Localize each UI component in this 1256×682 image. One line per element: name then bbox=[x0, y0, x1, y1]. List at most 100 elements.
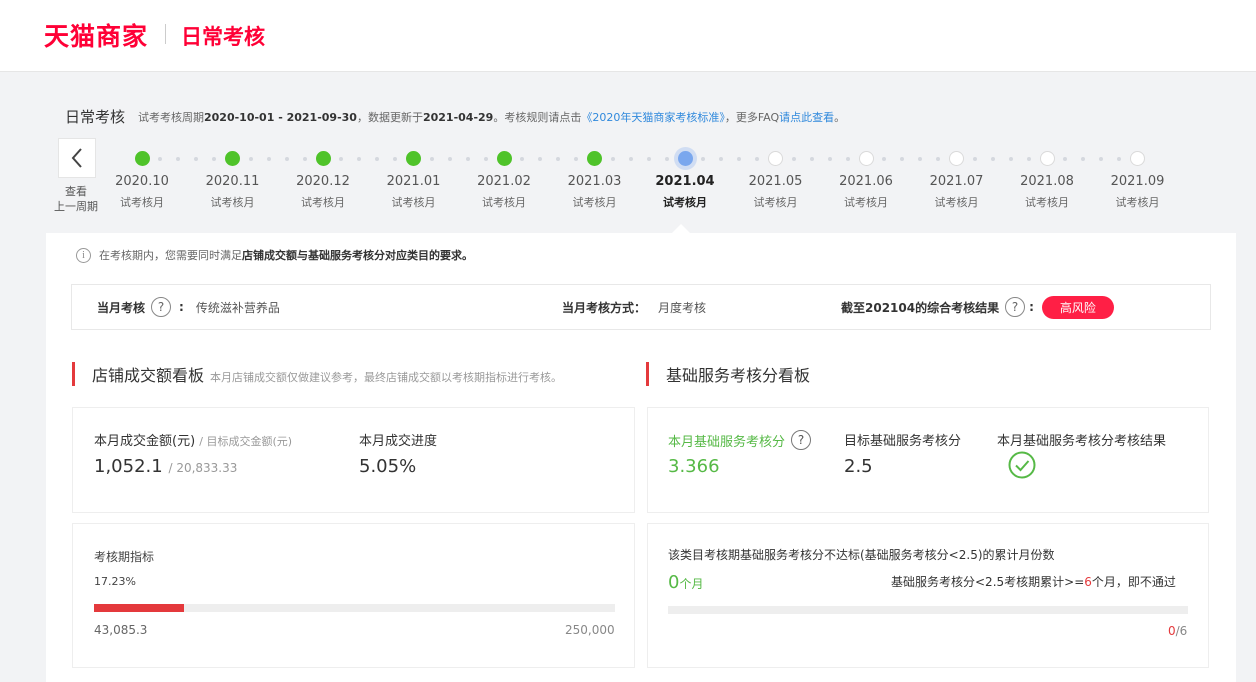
notice-bold-text: 店铺成交额与基础服务考核分对应类目的要求。 bbox=[242, 249, 473, 262]
timeline-connector-dot bbox=[194, 156, 199, 161]
help-icon[interactable]: ? bbox=[151, 297, 172, 317]
timeline-month[interactable]: 2021.03 bbox=[555, 174, 635, 189]
timeline-connector-dot bbox=[1117, 156, 1122, 161]
timeline-connector-dot bbox=[737, 156, 742, 161]
timeline-connector-dot bbox=[429, 156, 434, 161]
timeline-month-status: 试考核月 bbox=[301, 196, 345, 209]
period-target-value: 250,000 bbox=[565, 623, 615, 637]
timeline-connector-dot bbox=[882, 156, 887, 161]
timeline-month[interactable]: 2021.06 bbox=[826, 174, 906, 189]
period-indicator-card: 考核期指标 17.23% 43,085.3 250,000 bbox=[72, 523, 635, 668]
timeline-month-status: 试考核月 bbox=[120, 196, 164, 209]
timeline-month-status: 试考核月 bbox=[572, 196, 617, 209]
page-title: 日常考核 bbox=[181, 25, 265, 49]
timeline-connector-dot bbox=[701, 156, 706, 161]
timeline-connector-dot bbox=[990, 156, 995, 161]
failed-count-value: 0 bbox=[668, 572, 680, 593]
timeline-dot-future[interactable] bbox=[949, 151, 964, 166]
timeline-connector-dot bbox=[845, 156, 850, 161]
timeline-month-status: 试考核月 bbox=[391, 196, 436, 209]
target-amount-value: 20,833.33 bbox=[176, 461, 238, 475]
timeline-month[interactable]: 2021.07 bbox=[917, 174, 997, 189]
period-percent: 17.23% bbox=[94, 575, 136, 588]
assessment-method: 当月考核方式： 月度考核 bbox=[562, 285, 706, 329]
timeline-connector-dot bbox=[447, 156, 452, 161]
info-icon: i bbox=[76, 247, 91, 263]
colon: : bbox=[1029, 300, 1034, 314]
service-score-card: 本月基础服务考核分 ? 3.366 目标基础服务考核分 2.5 本月基础服务考核… bbox=[647, 407, 1209, 513]
timeline-month[interactable]: 2021.08 bbox=[1007, 174, 1087, 189]
fail-rule-text: 基础服务考核分<2.5考核期累计>=6个月，即不通过 bbox=[891, 573, 1176, 590]
timeline-connector-dot bbox=[284, 156, 289, 161]
timeline-connector-dot bbox=[918, 156, 923, 161]
timeline-month[interactable]: 2020.10 bbox=[102, 174, 182, 189]
timeline-month-status: 试考核月 bbox=[844, 196, 888, 209]
failed-months-description: 该类目考核期基础服务考核分不达标(基础服务考核分<2.5)的累计月份数 bbox=[668, 548, 1055, 562]
timeline-connector-dot bbox=[212, 156, 217, 161]
timeline-dot-done[interactable] bbox=[225, 151, 240, 166]
timeline-dot-done[interactable] bbox=[587, 151, 602, 166]
timeline-connector-dot bbox=[1063, 156, 1068, 161]
amount-label-row: 本月成交金额(元) / 目标成交金额(元) bbox=[94, 430, 292, 449]
notice-bar: i 在考核期内，您需要同时满足 店铺成交额与基础服务考核分对应类目的要求。 bbox=[76, 247, 473, 263]
category-value: 传统滋补营养品 bbox=[195, 300, 280, 315]
failed-total: /6 bbox=[1175, 624, 1188, 638]
failed-months-card: 该类目考核期基础服务考核分不达标(基础服务考核分<2.5)的累计月份数 0个月 … bbox=[647, 523, 1209, 668]
timeline-month-status: 试考核月 bbox=[482, 196, 526, 209]
timeline-dot-done[interactable] bbox=[406, 151, 421, 166]
notice-text: 在考核期内，您需要同时满足 bbox=[99, 249, 242, 262]
timeline-dot-done[interactable] bbox=[496, 151, 512, 166]
timeline-connector-dot bbox=[158, 156, 163, 161]
timeline-connector-dot bbox=[972, 156, 977, 161]
result-label: 截至202104的综合考核结果 bbox=[841, 300, 1000, 315]
top-bar: 天猫商家 日常考核 bbox=[0, 0, 1256, 72]
timeline-connector-dot bbox=[538, 156, 543, 161]
timeline-connector-dot bbox=[610, 156, 615, 161]
timeline-month[interactable]: 2021.02 bbox=[464, 174, 544, 189]
failed-current: 0 bbox=[1168, 624, 1176, 638]
period-current-value: 43,085.3 bbox=[94, 623, 148, 637]
service-board-title: 基础服务考核分看板 bbox=[646, 362, 810, 386]
risk-badge: 高风险 bbox=[1041, 295, 1114, 319]
timeline-connector-dot bbox=[302, 156, 307, 161]
timeline-dot-done[interactable] bbox=[134, 151, 150, 166]
timeline-connector-dot bbox=[719, 156, 724, 161]
timeline-month[interactable]: 2020.12 bbox=[283, 174, 363, 189]
timeline-connector-dot bbox=[1099, 156, 1104, 161]
help-icon[interactable]: ? bbox=[1005, 297, 1026, 317]
period-header: 日常考核 试考考核周期2020-10-01 - 2021-09-30，数据更新于… bbox=[46, 92, 1236, 233]
timeline-month[interactable]: 2021.04 bbox=[645, 174, 725, 189]
period-progress-track bbox=[94, 604, 615, 612]
month-assessment-label: 当月考核 bbox=[97, 300, 146, 315]
sales-board-title: 店铺成交额看板 本月店铺成交额仅做建议参考，最终店铺成交额以考核期指标进行考核。 bbox=[72, 362, 562, 386]
method-value: 月度考核 bbox=[658, 300, 707, 315]
timeline-dot-future[interactable] bbox=[1039, 151, 1055, 166]
timeline-connector-dot bbox=[1008, 156, 1013, 161]
timeline-connector-dot bbox=[664, 156, 669, 161]
progress-label: 本月成交进度 bbox=[359, 434, 438, 449]
timeline-connector-dot bbox=[646, 156, 651, 161]
rule-text-post: 个月，即不通过 bbox=[1091, 575, 1176, 589]
timeline-dot-done[interactable] bbox=[315, 151, 331, 166]
timeline-connector-dot bbox=[393, 156, 398, 161]
check-circle-icon bbox=[1008, 451, 1036, 483]
timeline-month-status: 试考核月 bbox=[663, 196, 707, 209]
timeline-dot-future[interactable] bbox=[858, 151, 874, 166]
failed-months-track bbox=[668, 606, 1188, 614]
timeline-dot-future[interactable] bbox=[1130, 151, 1145, 166]
timeline-month[interactable]: 2020.11 bbox=[193, 174, 273, 189]
rule-text-pre: 基础服务考核分<2.5考核期累计>= bbox=[891, 575, 1085, 589]
target-score-value: 2.5 bbox=[844, 456, 873, 477]
timeline-connector-dot bbox=[574, 156, 579, 161]
tmall-merchant-logo[interactable]: 天猫商家 bbox=[44, 17, 148, 53]
logo-divider bbox=[165, 24, 166, 44]
timeline-month[interactable]: 2021.05 bbox=[736, 174, 816, 189]
help-icon[interactable]: ? bbox=[791, 430, 812, 450]
timeline-dot-current[interactable] bbox=[677, 151, 693, 166]
timeline-month[interactable]: 2021.09 bbox=[1098, 174, 1178, 189]
timeline-month[interactable]: 2021.01 bbox=[374, 174, 454, 189]
failed-months-fraction: 0/6 bbox=[1168, 624, 1187, 638]
timeline-connector-dot bbox=[339, 156, 344, 161]
timeline-dot-future[interactable] bbox=[768, 151, 783, 166]
timeline-connector-dot bbox=[1026, 156, 1031, 161]
